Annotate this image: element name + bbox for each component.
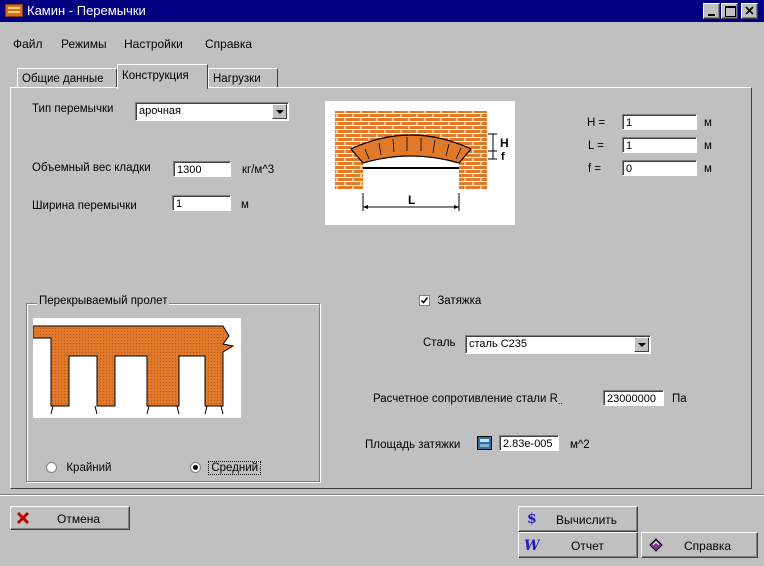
- tie-checkbox-label: Затяжка: [437, 295, 482, 307]
- minimize-icon: [708, 14, 715, 16]
- radio-middle-label: Средний: [208, 461, 262, 475]
- radio-middle[interactable]: Средний: [190, 460, 262, 475]
- svg-text:W: W: [524, 538, 540, 553]
- calculator-button[interactable]: [477, 436, 492, 450]
- close-icon: [745, 6, 754, 15]
- window-title: Камин - Перемычки: [27, 3, 146, 18]
- width-input[interactable]: 1: [172, 195, 231, 211]
- f-input[interactable]: 0: [622, 160, 697, 176]
- menu-modes[interactable]: Режимы: [61, 37, 107, 51]
- cancel-button[interactable]: Отмена: [10, 506, 130, 530]
- area-unit: м^2: [570, 439, 590, 451]
- l-unit: м: [704, 140, 712, 152]
- diagram-label-h: H: [500, 136, 509, 150]
- volume-weight-input[interactable]: 1300: [173, 161, 231, 177]
- tab-construction[interactable]: Конструкция: [117, 64, 208, 89]
- area-label: Площадь затяжки: [365, 439, 461, 451]
- help-button[interactable]: Справка: [641, 532, 758, 558]
- menu-settings[interactable]: Настройки: [124, 37, 183, 51]
- resistance-input[interactable]: 23000000: [603, 390, 664, 406]
- menu-file[interactable]: Файл: [13, 37, 43, 51]
- radio-edge-circle[interactable]: [46, 462, 57, 474]
- maximize-icon: [725, 6, 736, 17]
- minimize-button[interactable]: [703, 3, 720, 19]
- report-label: Отчет: [571, 539, 604, 553]
- f-label: f =: [588, 163, 602, 175]
- calculator-icon: [480, 439, 489, 442]
- diagram-label-l: L: [408, 193, 416, 207]
- calculate-label: Вычислить: [556, 513, 618, 527]
- lintel-type-select[interactable]: арочная: [135, 102, 289, 121]
- word-icon: W: [524, 538, 540, 553]
- lintel-type-label: Тип перемычки: [32, 103, 114, 115]
- tab-loads[interactable]: Нагрузки: [208, 68, 278, 88]
- h-unit: м: [704, 117, 712, 129]
- app-icon[interactable]: [5, 4, 23, 17]
- f-unit: м: [704, 163, 712, 175]
- chevron-down-icon: [275, 109, 284, 114]
- checkmark-icon: [420, 297, 429, 305]
- chevron-down-icon: [637, 342, 646, 347]
- close-button[interactable]: [741, 3, 758, 19]
- span-group-title: Перекрываемый пролет: [37, 295, 170, 307]
- maximize-button[interactable]: [721, 3, 738, 19]
- svg-text:$: $: [527, 511, 537, 527]
- calculate-button[interactable]: $ Вычислить: [518, 506, 638, 532]
- radio-middle-circle[interactable]: [190, 462, 201, 474]
- lintel-type-dropdown-button[interactable]: [272, 104, 287, 119]
- tab-general[interactable]: Общие данные: [17, 68, 117, 88]
- steel-select[interactable]: сталь С235: [465, 335, 651, 354]
- steel-value: сталь С235: [469, 338, 528, 350]
- report-button[interactable]: W Отчет: [518, 532, 638, 558]
- tie-checkbox-box[interactable]: [419, 295, 430, 307]
- cancel-x-icon: [16, 511, 30, 525]
- radio-edge-label: Крайний: [66, 462, 112, 474]
- tie-checkbox[interactable]: Затяжка: [419, 293, 481, 307]
- steel-label: Сталь: [423, 337, 456, 349]
- steel-dropdown-button[interactable]: [634, 337, 649, 352]
- volume-weight-unit: кг/м^3: [242, 164, 275, 176]
- width-label: Ширина перемычки: [32, 200, 137, 212]
- dollar-icon: $: [527, 511, 537, 527]
- radio-edge[interactable]: Крайний: [46, 460, 111, 474]
- arch-diagram: H f L: [325, 101, 515, 225]
- span-diagram: [32, 318, 241, 418]
- l-input[interactable]: 1: [622, 137, 697, 153]
- help-book-icon: [649, 538, 663, 552]
- menu-help[interactable]: Справка: [205, 37, 252, 51]
- title-bar: Камин - Перемычки: [0, 0, 764, 22]
- diagram-label-f: f: [501, 151, 505, 163]
- h-input[interactable]: 1: [622, 114, 697, 130]
- resistance-unit: Па: [672, 393, 687, 405]
- h-label: H =: [587, 117, 606, 129]
- l-label: L =: [588, 140, 604, 152]
- resistance-label: Расчетное сопротивление стали R..: [373, 393, 563, 406]
- cancel-label: Отмена: [57, 512, 101, 526]
- help-label: Справка: [684, 539, 732, 553]
- lintel-type-value: арочная: [139, 105, 181, 117]
- volume-weight-label: Объемный вес кладки: [32, 162, 151, 174]
- width-unit: м: [241, 199, 249, 211]
- area-input[interactable]: 2.83е-005: [499, 435, 559, 451]
- bottom-divider: [0, 494, 764, 496]
